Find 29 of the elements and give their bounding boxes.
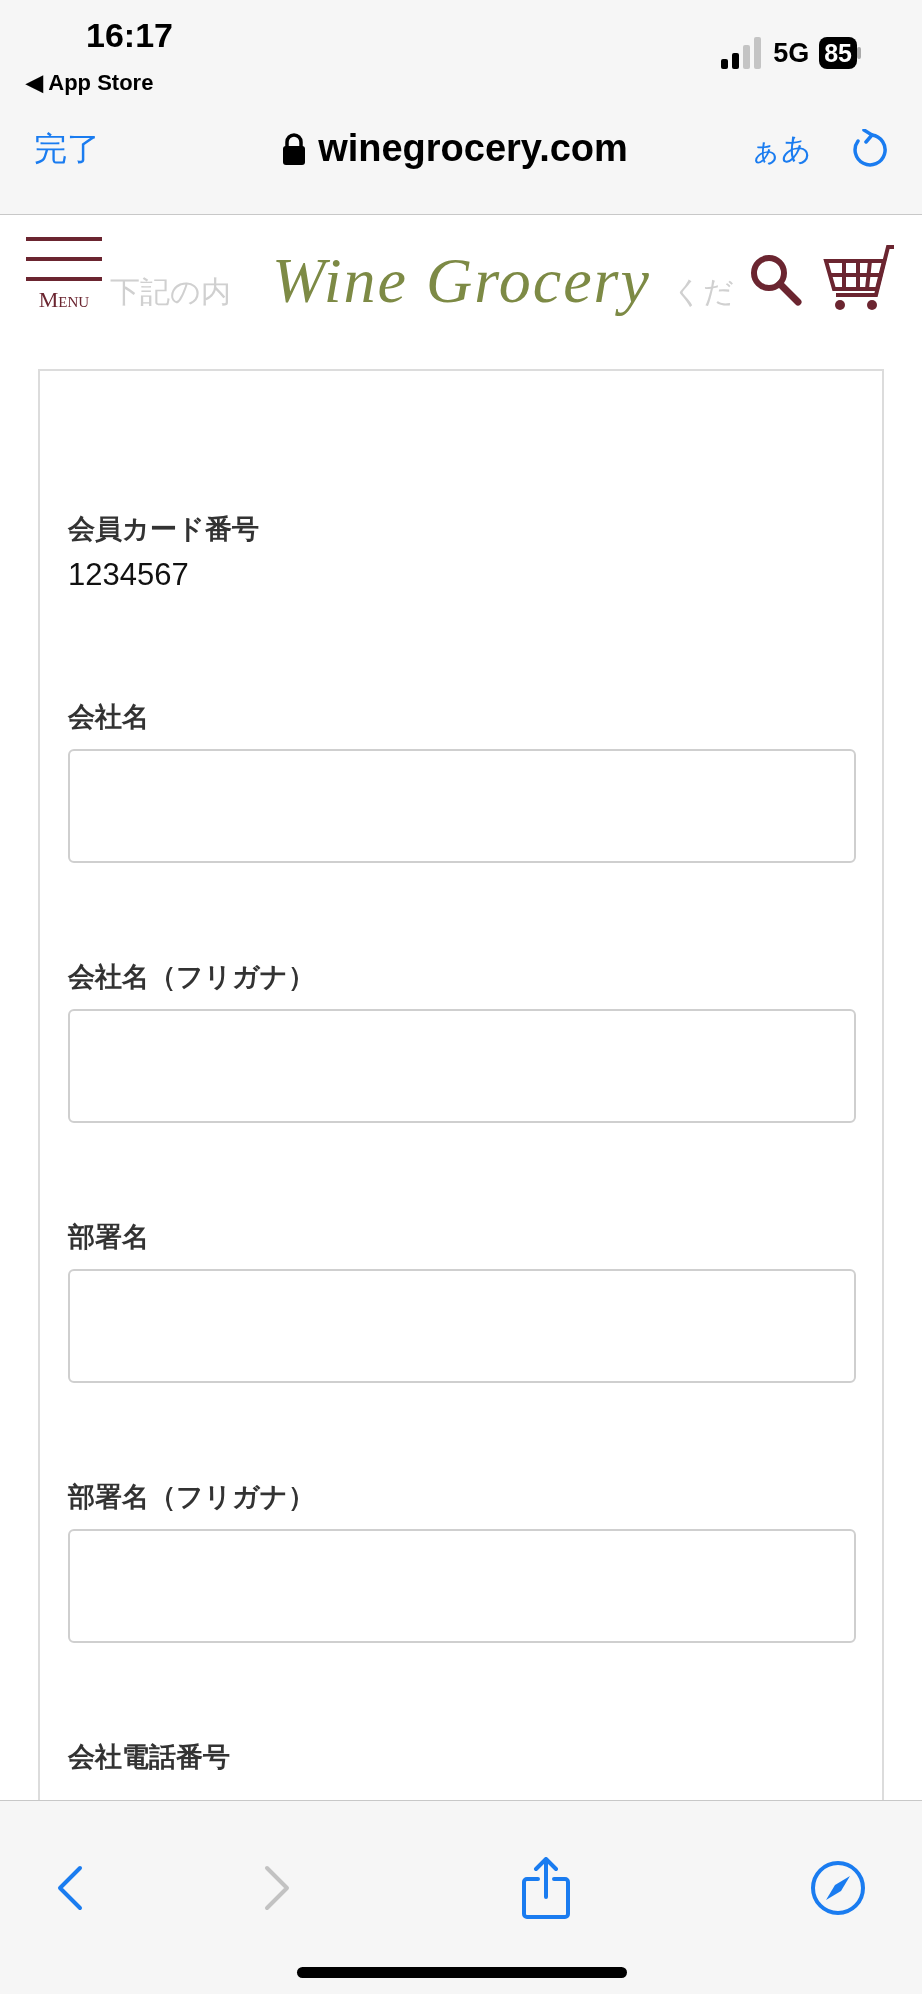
field-label: 部署名（フリガナ） bbox=[68, 1481, 316, 1514]
network-label: 5G bbox=[773, 36, 810, 70]
compass-icon[interactable] bbox=[810, 1860, 866, 1916]
field-label: 会社名 bbox=[68, 701, 150, 734]
field-label: 会社名（フリガナ） bbox=[68, 961, 316, 994]
input-field[interactable] bbox=[68, 1529, 856, 1643]
clock-time: 16:17 bbox=[86, 18, 173, 52]
back-to-app-link[interactable]: ◀ App Store bbox=[26, 66, 154, 99]
text-size-button[interactable]: ぁあ bbox=[750, 126, 812, 171]
battery-level: 85 bbox=[819, 37, 857, 69]
cart-icon[interactable] bbox=[822, 245, 896, 313]
battery-tip-icon bbox=[857, 47, 862, 59]
field-label: 会社電話番号 bbox=[68, 1741, 231, 1774]
back-icon[interactable] bbox=[56, 1864, 84, 1912]
lock-icon bbox=[282, 132, 307, 165]
done-button[interactable]: 完了 bbox=[34, 123, 100, 174]
field-label: 部署名 bbox=[68, 1221, 150, 1254]
input-field[interactable] bbox=[68, 1269, 856, 1383]
signal-icon bbox=[721, 37, 764, 69]
menu-label[interactable]: Menu bbox=[38, 289, 90, 311]
menu-icon[interactable] bbox=[26, 237, 102, 283]
share-icon[interactable] bbox=[520, 1857, 571, 1919]
field-label: 会員カード番号 bbox=[68, 513, 260, 546]
search-icon[interactable] bbox=[748, 252, 802, 306]
url-text[interactable]: winegrocery.com bbox=[318, 120, 628, 177]
field-value: 1234567 bbox=[68, 557, 190, 593]
reload-icon[interactable] bbox=[850, 128, 888, 169]
input-field[interactable] bbox=[68, 1009, 856, 1123]
input-field[interactable] bbox=[68, 749, 856, 863]
